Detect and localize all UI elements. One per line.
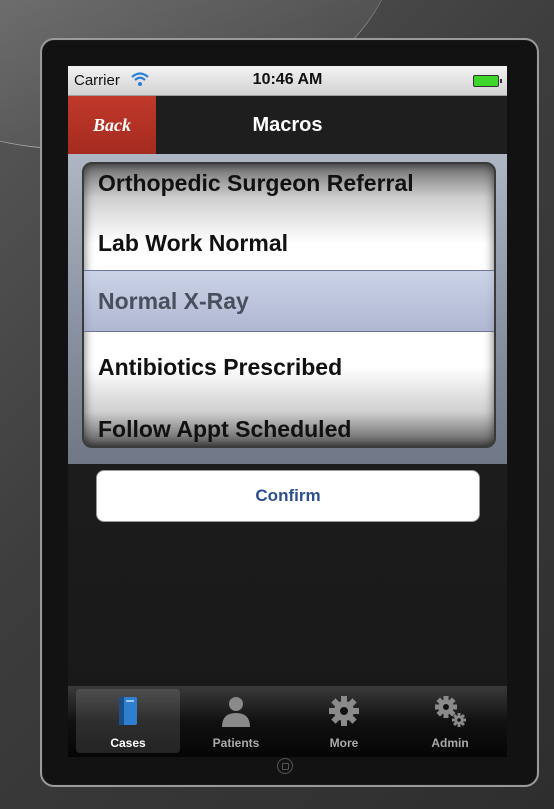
status-bar: Carrier 10:46 AM	[68, 66, 507, 96]
tab-label: Admin	[431, 736, 469, 750]
gear-icon	[329, 696, 359, 726]
tab-label: Cases	[110, 736, 146, 750]
navigation-bar: Back Macros	[68, 96, 507, 154]
tab-patients[interactable]: Patients	[184, 689, 288, 753]
picker-row[interactable]: Antibiotics Prescribed	[98, 354, 488, 381]
person-icon	[222, 697, 250, 727]
book-icon	[119, 697, 137, 725]
status-time: 10:46 AM	[252, 71, 323, 88]
battery-icon	[473, 75, 502, 87]
tab-label: Patients	[212, 736, 260, 750]
picker-row[interactable]: Orthopedic Surgeon Referral	[98, 170, 488, 197]
tab-label: More	[329, 736, 359, 750]
tab-cases[interactable]: Cases	[76, 689, 180, 753]
tab-bar: Cases Patients More Admin	[68, 686, 507, 757]
picker-row[interactable]: Lab Work Normal	[98, 230, 488, 257]
phone-screen: Carrier 10:46 AM Back Macros Orthopedic …	[68, 66, 507, 757]
picker-row-selected[interactable]: Normal X-Ray	[98, 288, 488, 315]
macro-picker[interactable]: Orthopedic Surgeon Referral Lab Work Nor…	[82, 162, 496, 448]
home-button[interactable]	[277, 758, 293, 774]
gears-icon	[435, 696, 466, 727]
picker-area: Orthopedic Surgeon Referral Lab Work Nor…	[68, 154, 507, 464]
confirm-button[interactable]: Confirm	[96, 470, 480, 522]
picker-row[interactable]: Follow Appt Scheduled	[98, 416, 488, 443]
tab-admin[interactable]: Admin	[398, 689, 502, 753]
back-button[interactable]: Back	[68, 96, 156, 154]
tab-more[interactable]: More	[292, 689, 396, 753]
